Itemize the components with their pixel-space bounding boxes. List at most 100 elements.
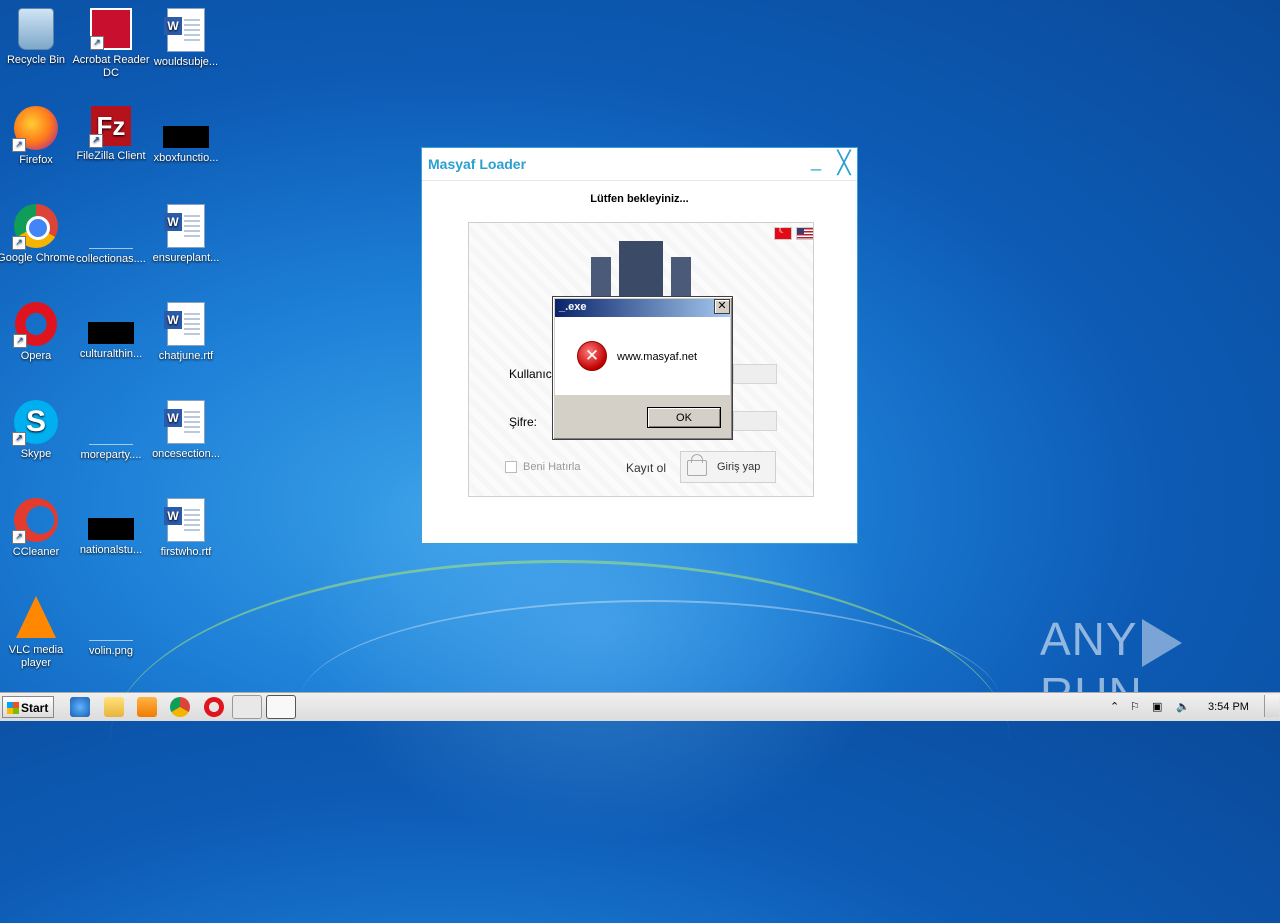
desktop-icon-label: volin.png (88, 645, 134, 657)
username-field[interactable] (733, 364, 777, 384)
login-button[interactable]: Giriş yap (680, 451, 776, 483)
volume-icon[interactable]: 🔈 (1176, 700, 1190, 713)
us-flag-icon[interactable] (796, 227, 814, 240)
dialog-body: ✕ www.masyaf.net (555, 317, 730, 395)
shortcut-arrow-icon: ↗ (12, 236, 26, 250)
shortcut-arrow-icon: ↗ (12, 138, 26, 152)
desktop-icon-firefox[interactable]: ↗ Firefox (0, 106, 76, 167)
start-label: Start (21, 701, 49, 715)
opera-icon: ↗ (13, 302, 57, 348)
shortcut-arrow-icon: ↗ (90, 36, 104, 50)
vlc-icon (16, 596, 56, 638)
desktop-icon-label: xboxfunctio... (153, 152, 219, 164)
desktop-icon-ccleaner[interactable]: ↗ CCleaner (0, 498, 76, 559)
desktop-icon-label: moreparty.... (80, 449, 142, 461)
desktop-icon-document[interactable]: W wouldsubje... (146, 8, 226, 69)
ok-button[interactable]: OK (647, 407, 721, 428)
media-player-icon[interactable] (137, 697, 157, 717)
watermark-left: ANY (1040, 613, 1138, 665)
castle-logo (591, 241, 691, 299)
desktop-icon-label: CCleaner (12, 546, 60, 558)
desktop-icon-label: chatjune.rtf (158, 350, 214, 362)
acrobat-icon: ↗ (90, 8, 132, 50)
close-button[interactable]: ╳ (834, 152, 854, 174)
file-icon (89, 204, 133, 249)
dialog-titlebar[interactable]: _.exe (555, 299, 730, 317)
clock[interactable]: 3:54 PM (1208, 701, 1249, 713)
taskbar: Start ⌃ ⚐ ▣ 🔈 3:54 PM (0, 692, 1280, 721)
shortcut-arrow-icon: ↗ (89, 134, 103, 148)
desktop-icon-label: collectionas.... (76, 253, 146, 265)
ccleaner-icon: ↗ (12, 498, 58, 544)
remember-me-label: Beni Hatırla (523, 461, 581, 473)
flag-icon[interactable]: ⚐ (1130, 700, 1140, 713)
file-icon (89, 400, 133, 445)
network-icon[interactable]: ▣ (1152, 700, 1162, 713)
image-file-icon (89, 596, 133, 641)
tray-expand-icon[interactable]: ⌃ (1110, 700, 1119, 713)
desktop-icon-label: ensureplant... (152, 252, 220, 264)
windows-logo-icon (7, 702, 19, 714)
desktop-icon-recycle-bin[interactable]: Recycle Bin (0, 8, 76, 67)
redacted-file-icon (163, 126, 209, 148)
minimize-button[interactable]: _ (806, 152, 826, 174)
lock-icon (687, 454, 707, 476)
taskbar-app-button-active[interactable] (266, 695, 296, 719)
desktop-icon-label: firstwho.rtf (160, 546, 212, 558)
dialog-message: www.masyaf.net (617, 351, 698, 363)
recycle-bin-icon (18, 8, 54, 50)
desktop-icon-opera[interactable]: ↗ Opera (0, 302, 76, 363)
opera-taskbar-icon[interactable] (204, 697, 224, 717)
desktop-icon-vlc[interactable]: VLC media player (0, 596, 76, 670)
desktop-icon-document[interactable]: W oncesection... (146, 400, 226, 461)
password-label: Şifre: (509, 415, 538, 429)
show-desktop-button[interactable] (1264, 695, 1279, 717)
checkbox-box[interactable] (505, 461, 517, 474)
window-title: Masyaf Loader (428, 156, 527, 172)
desktop-icon-label: Recycle Bin (6, 54, 66, 66)
desktop-icon-label: wouldsubje... (153, 56, 219, 68)
word-document-icon: W (164, 8, 205, 52)
desktop-icon-label: Firefox (19, 154, 53, 166)
desktop-icon-skype[interactable]: S ↗ Skype (0, 400, 76, 461)
remember-me-checkbox[interactable]: Beni Hatırla (505, 461, 581, 474)
chrome-taskbar-icon[interactable] (170, 697, 190, 717)
internet-explorer-icon[interactable] (70, 697, 90, 717)
desktop-icon-label: FileZilla Client (76, 150, 146, 162)
filezilla-icon: Fz ↗ (89, 106, 131, 148)
desktop-icon-filezilla[interactable]: Fz ↗ FileZilla Client (71, 106, 151, 163)
desktop-icon-acrobat[interactable]: ↗ Acrobat Reader DC (71, 8, 151, 80)
error-icon: ✕ (577, 341, 607, 371)
desktop-icon-document[interactable]: W firstwho.rtf (146, 498, 226, 559)
status-text: Lütfen bekleyiniz... (590, 193, 689, 205)
word-document-icon: W (164, 204, 205, 248)
word-document-icon: W (164, 498, 205, 542)
desktop-icon-label: Opera (20, 350, 52, 362)
desktop-icon-file[interactable]: culturalthin... (71, 302, 151, 361)
desktop-icon-label: culturalthin... (79, 348, 143, 360)
dialog-close-button[interactable]: ✕ (714, 299, 730, 314)
desktop-icon-file[interactable]: xboxfunctio... (146, 106, 226, 165)
desktop-icon-document[interactable]: W chatjune.rtf (146, 302, 226, 363)
shortcut-arrow-icon: ↗ (12, 432, 26, 446)
chrome-icon: ↗ (12, 204, 58, 250)
password-field[interactable] (733, 411, 777, 431)
desktop-icon-chrome[interactable]: ↗ Google Chrome (0, 204, 76, 265)
desktop-icon-document[interactable]: W ensureplant... (146, 204, 226, 265)
error-dialog: _.exe ✕ ✕ www.masyaf.net OK (552, 296, 733, 440)
taskbar-app-button[interactable] (232, 695, 262, 719)
redacted-file-icon (88, 322, 134, 344)
file-explorer-icon[interactable] (104, 697, 124, 717)
desktop-icon-file[interactable]: volin.png (71, 596, 151, 658)
word-document-icon: W (164, 302, 205, 346)
desktop-icon-file[interactable]: moreparty.... (71, 400, 151, 462)
word-document-icon: W (164, 400, 205, 444)
skype-icon: S ↗ (12, 400, 58, 446)
desktop-icon-file[interactable]: nationalstu... (71, 498, 151, 557)
turkish-flag-icon[interactable] (774, 225, 792, 240)
start-button[interactable]: Start (2, 696, 54, 718)
register-link[interactable]: Kayıt ol (626, 461, 666, 475)
desktop-icon-label: nationalstu... (79, 544, 143, 556)
desktop-icon-label: VLC media player (8, 644, 64, 669)
desktop-icon-file[interactable]: collectionas.... (71, 204, 151, 266)
